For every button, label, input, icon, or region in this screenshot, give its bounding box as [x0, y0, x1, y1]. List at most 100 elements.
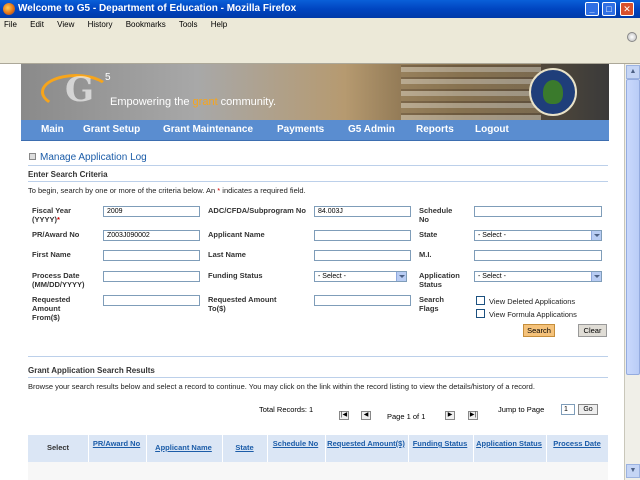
state-label: State: [419, 230, 438, 239]
intro-pre: To begin, search by one or more of the c…: [28, 186, 218, 195]
jump-label: Jump to Page: [498, 405, 545, 414]
table-row[interactable]: [28, 462, 608, 480]
vertical-scrollbar[interactable]: ▲ ▼: [624, 64, 640, 480]
g5-logo: G: [65, 70, 95, 110]
state-select[interactable]: - Select -: [474, 230, 602, 241]
menu-history[interactable]: History: [88, 20, 113, 29]
last-name-label: Last Name: [208, 250, 246, 259]
fiscal-year-required: *: [57, 215, 60, 224]
jump-page-input[interactable]: 1: [561, 404, 575, 415]
throbber-icon: [627, 32, 637, 42]
tagline-accent: grant: [192, 96, 218, 108]
first-page-icon[interactable]: |◀: [339, 411, 349, 420]
col-state[interactable]: State: [223, 435, 266, 462]
total-records: Total Records: 1: [259, 405, 314, 414]
close-button[interactable]: ✕: [620, 2, 634, 16]
last-name-input[interactable]: [314, 250, 411, 261]
fiscal-year-input[interactable]: 2009: [103, 206, 200, 217]
clear-button[interactable]: Clear: [578, 324, 607, 337]
nav-main[interactable]: Main: [41, 120, 64, 140]
col-select: Select: [46, 443, 70, 452]
mi-label: M.I.: [419, 250, 432, 259]
state-select-value: - Select -: [478, 232, 507, 239]
divider: [28, 356, 608, 357]
chevron-down-icon[interactable]: [591, 231, 601, 240]
first-name-input[interactable]: [103, 250, 200, 261]
g5-banner: G 5 Empowering the grant community.: [21, 64, 609, 120]
application-status-value: - Select -: [478, 273, 507, 280]
banner-tagline: Empowering the grant community.: [110, 96, 276, 108]
last-page-icon[interactable]: ▶|: [468, 411, 478, 420]
menu-file[interactable]: File: [4, 20, 17, 29]
window-title: Welcome to G5 - Department of Education …: [18, 3, 297, 14]
view-formula-label: View Formula Applications: [489, 310, 577, 319]
nav-logout[interactable]: Logout: [475, 120, 509, 140]
firefox-icon: [3, 3, 15, 15]
results-instructions: Browse your search results below and sel…: [28, 382, 535, 391]
minimize-button[interactable]: _: [585, 2, 599, 16]
fiscal-year-label: Fiscal Year (YYYY)*: [32, 206, 92, 224]
col-applicant-name[interactable]: Applicant Name: [147, 435, 220, 462]
page-title: Manage Application Log: [29, 152, 147, 163]
main-nav: Main Grant Setup Grant Maintenance Payme…: [21, 120, 609, 141]
col-application-status[interactable]: Application Status: [474, 435, 544, 462]
chevron-down-icon[interactable]: [396, 272, 406, 281]
nav-payments[interactable]: Payments: [277, 120, 324, 140]
fiscal-year-label-text: Fiscal Year (YYYY): [32, 206, 72, 224]
divider: [28, 165, 608, 166]
schedule-input[interactable]: [474, 206, 602, 217]
scroll-thumb[interactable]: [626, 79, 640, 375]
menu-help[interactable]: Help: [211, 20, 227, 29]
funding-status-value: - Select -: [318, 273, 347, 280]
department-seal-icon: [529, 68, 577, 116]
menu-tools[interactable]: Tools: [179, 20, 198, 29]
toolbar-area: [0, 31, 640, 64]
tagline-pre: Empowering the: [110, 96, 193, 108]
expand-icon: [29, 153, 36, 160]
process-date-label: Process Date (MM/DD/YYYY): [32, 271, 85, 289]
view-deleted-label: View Deleted Applications: [489, 297, 576, 306]
nav-reports[interactable]: Reports: [416, 120, 454, 140]
menu-edit[interactable]: Edit: [30, 20, 44, 29]
col-process-date[interactable]: Process Date: [547, 435, 607, 462]
view-formula-checkbox[interactable]: [476, 309, 485, 318]
menu-view[interactable]: View: [57, 20, 74, 29]
req-amount-from-input[interactable]: [103, 295, 200, 306]
search-flags-label: Search Flags: [419, 295, 445, 313]
go-button[interactable]: Go: [578, 404, 598, 415]
page-title-text: Manage Application Log: [40, 152, 147, 163]
prev-page-icon[interactable]: ◀: [361, 411, 371, 420]
view-deleted-checkbox[interactable]: [476, 296, 485, 305]
maximize-button[interactable]: □: [602, 2, 616, 16]
col-schedule-no[interactable]: Schedule No: [268, 435, 323, 462]
nav-grant-setup[interactable]: Grant Setup: [83, 120, 140, 140]
next-page-icon[interactable]: ▶: [445, 411, 455, 420]
search-button[interactable]: Search: [523, 324, 555, 337]
library-shelves-image: [401, 64, 541, 120]
funding-status-select[interactable]: - Select -: [314, 271, 407, 282]
results-title: Grant Application Search Results: [28, 366, 155, 375]
req-amount-to-input[interactable]: [314, 295, 411, 306]
scroll-down-icon[interactable]: ▼: [626, 464, 640, 478]
col-funding-status[interactable]: Funding Status: [409, 435, 471, 462]
process-date-input[interactable]: [103, 271, 200, 282]
scroll-up-icon[interactable]: ▲: [626, 65, 640, 79]
mi-input[interactable]: [474, 250, 602, 261]
nav-g5-admin[interactable]: G5 Admin: [348, 120, 395, 140]
applicant-name-label: Applicant Name: [208, 230, 265, 239]
application-status-select[interactable]: - Select -: [474, 271, 602, 282]
application-status-label: Application Status: [419, 271, 460, 289]
menubar: File Edit View History Bookmarks Tools H…: [0, 18, 640, 31]
col-pr-award[interactable]: PR/Award No: [89, 435, 144, 462]
col-requested-amount[interactable]: Requested Amount($): [326, 435, 406, 462]
menu-bookmarks[interactable]: Bookmarks: [126, 20, 166, 29]
results-table-header: Select PR/Award No Applicant Name State …: [28, 435, 608, 462]
req-amount-to-label: Requested Amount To($): [208, 295, 277, 313]
adc-input[interactable]: 84.003J: [314, 206, 411, 217]
chevron-down-icon[interactable]: [591, 272, 601, 281]
pr-award-input[interactable]: Z003J090002: [103, 230, 200, 241]
applicant-name-input[interactable]: [314, 230, 411, 241]
first-name-label: First Name: [32, 250, 71, 259]
g5-logo-sup: 5: [105, 72, 111, 83]
nav-grant-maintenance[interactable]: Grant Maintenance: [163, 120, 253, 140]
